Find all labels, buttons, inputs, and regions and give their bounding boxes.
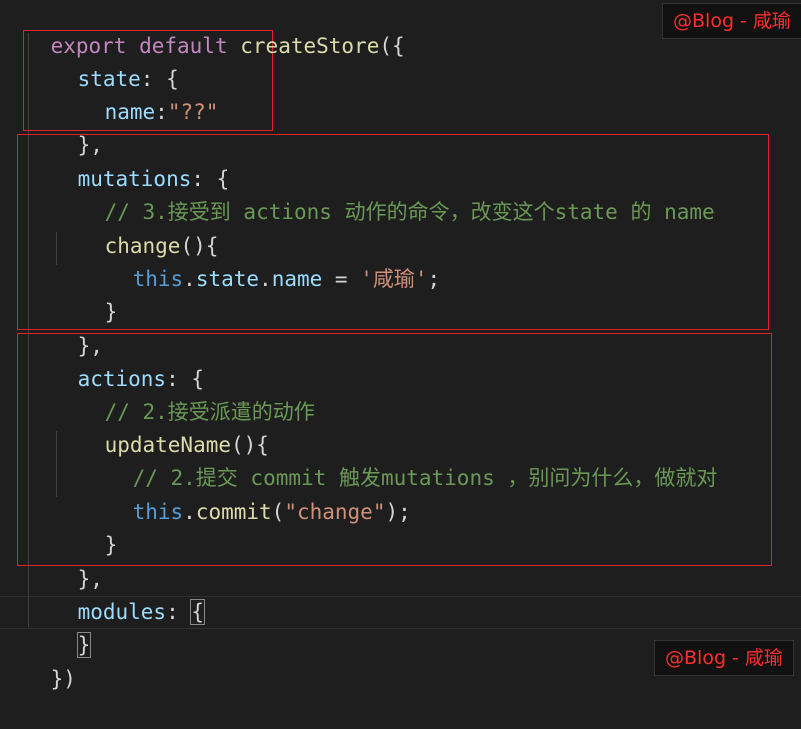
- code-line-18: modules: {: [27, 563, 206, 625]
- property-key: state: [195, 267, 260, 291]
- punctuation: }): [50, 667, 76, 691]
- code-line-20: }): [0, 630, 76, 691]
- property-key: modules: [77, 600, 167, 624]
- punctuation: :: [166, 600, 192, 624]
- code-line-7: change(){: [54, 197, 219, 258]
- punctuation: }: [104, 300, 118, 324]
- punctuation: ({: [379, 34, 405, 58]
- property-key: name: [104, 100, 156, 124]
- code-line-3: name:"??": [54, 63, 219, 124]
- code-line-8: this.state.name = '咸瑜';: [82, 230, 441, 291]
- punctuation: ;: [427, 267, 441, 291]
- code-line-9: }: [54, 263, 118, 324]
- punctuation: :: [155, 100, 168, 124]
- code-line-14: // 2.提交 commit 触发mutations ，别问为什么，做就对: [82, 429, 718, 490]
- code-line-19: }: [27, 596, 92, 658]
- code-line-17: },: [27, 530, 103, 591]
- code-line-16: }: [54, 496, 118, 557]
- code-line-4: },: [27, 96, 103, 157]
- code-line-15: this.commit("change");: [82, 463, 411, 524]
- this-keyword: this: [132, 267, 184, 291]
- punctuation: );: [385, 500, 411, 524]
- string-value: "??": [167, 100, 219, 124]
- code-line-13: updateName(){: [54, 396, 269, 457]
- function-name: createStore: [240, 34, 380, 58]
- watermark-bottom: @Blog - 咸瑜: [654, 640, 794, 676]
- punctuation: .: [183, 500, 196, 524]
- code-line-12: // 2.接受派遣的动作: [54, 363, 315, 424]
- function-name: commit: [195, 500, 272, 524]
- this-keyword: this: [132, 500, 184, 524]
- code-line-10: },: [27, 297, 103, 358]
- punctuation: .: [183, 267, 196, 291]
- punctuation: (: [271, 500, 285, 524]
- bracket-match: }: [76, 632, 92, 658]
- string-value: '咸瑜': [360, 267, 428, 291]
- string-value: "change": [284, 500, 386, 524]
- code-line-2: state: {: [27, 30, 179, 91]
- punctuation: }: [104, 533, 118, 557]
- code-line-11: actions: {: [27, 330, 204, 391]
- code-line-1: export default createStore({: [0, 0, 405, 58]
- property-key: name: [271, 267, 323, 291]
- punctuation: =: [322, 267, 361, 291]
- code-editor[interactable]: export default createStore({ state: { na…: [0, 0, 801, 691]
- bracket-match: {: [190, 599, 206, 625]
- punctuation: .: [259, 267, 272, 291]
- code-line-6: // 3.接受到 actions 动作的命令，改变这个state 的 name: [54, 163, 715, 224]
- watermark-top: @Blog - 咸瑜: [662, 3, 801, 39]
- code-line-5: mutations: {: [27, 130, 230, 191]
